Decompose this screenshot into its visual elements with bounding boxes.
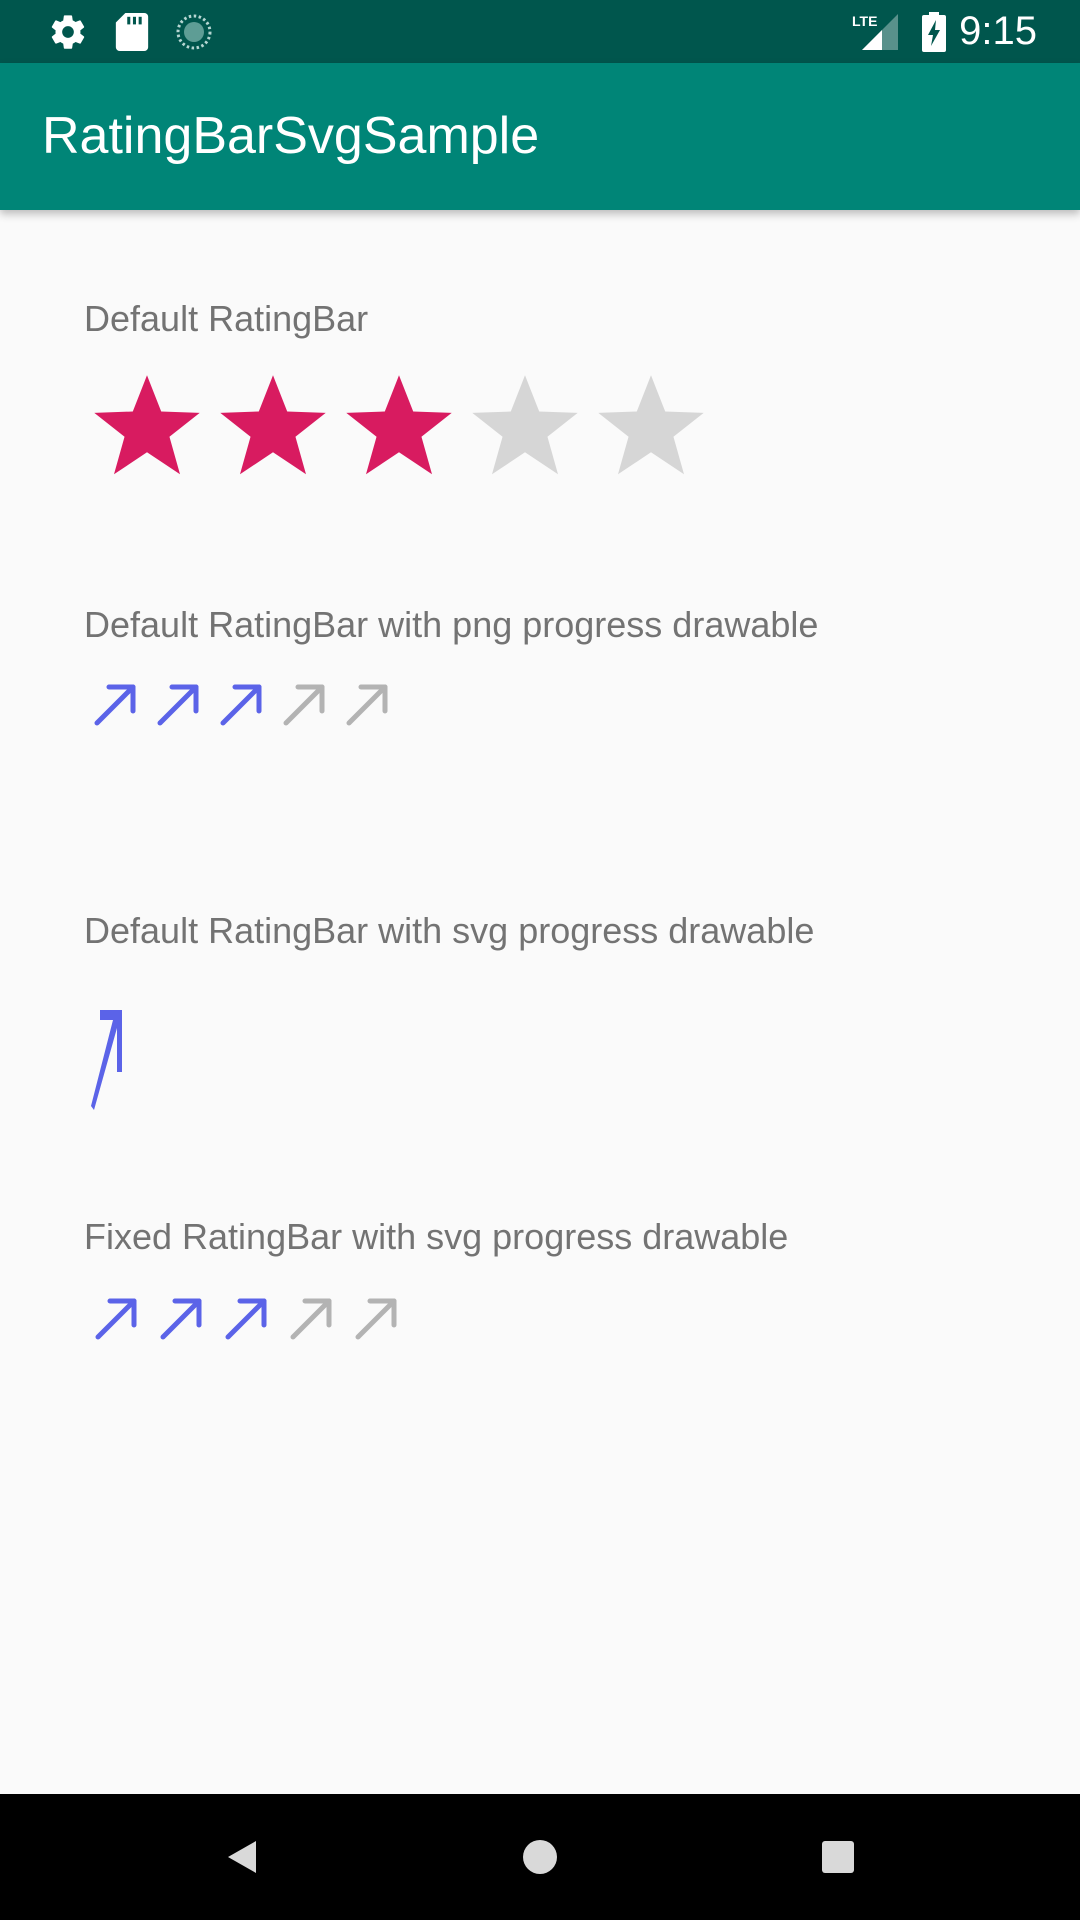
app-bar: RatingBarSvgSample: [0, 63, 1080, 210]
recents-icon[interactable]: [778, 1794, 898, 1920]
signal-icon: LTE: [852, 0, 900, 63]
star-icon[interactable]: [210, 372, 336, 484]
status-time: 9:15: [959, 9, 1037, 53]
rating-bar-png[interactable]: [84, 676, 399, 732]
section-label-default: Default RatingBar: [84, 298, 369, 339]
arrow-up-right-icon[interactable]: [84, 1290, 149, 1346]
arrow-up-right-icon[interactable]: [279, 1290, 344, 1346]
status-bar: LTE 9:15: [0, 0, 1080, 63]
rating-bar-svg[interactable]: [84, 1004, 130, 1116]
star-icon[interactable]: [336, 372, 462, 484]
rating-bar-fixed[interactable]: [84, 1290, 409, 1346]
rating-bar-default[interactable]: [84, 372, 714, 484]
page-title: RatingBarSvgSample: [42, 107, 540, 165]
star-icon[interactable]: [588, 372, 714, 484]
arrow-up-right-icon[interactable]: [214, 1290, 279, 1346]
settings-icon: [46, 0, 90, 63]
home-icon[interactable]: [480, 1794, 600, 1920]
section-label-svg: Default RatingBar with svg progress draw…: [84, 910, 815, 951]
arrow-up-right-icon[interactable]: [84, 676, 147, 732]
star-icon[interactable]: [84, 372, 210, 484]
svg-text:LTE: LTE: [852, 13, 877, 29]
arrow-up-right-icon[interactable]: [336, 676, 399, 732]
back-icon[interactable]: [182, 1794, 302, 1920]
arrow-up-right-icon[interactable]: [273, 676, 336, 732]
sd-card-icon: [114, 0, 150, 63]
sync-icon: [174, 0, 214, 63]
star-icon[interactable]: [462, 372, 588, 484]
navigation-bar: [0, 1794, 1080, 1920]
arrow-up-right-icon[interactable]: [147, 676, 210, 732]
section-label-png: Default RatingBar with png progress draw…: [84, 604, 819, 645]
arrow-up-right-icon[interactable]: [344, 1290, 409, 1346]
arrow-up-right-icon[interactable]: [149, 1290, 214, 1346]
battery-charging-icon: [920, 0, 948, 63]
arrow-up-right-icon[interactable]: [210, 676, 273, 732]
stretched-arrow-icon[interactable]: [84, 1004, 130, 1116]
section-label-fixed: Fixed RatingBar with svg progress drawab…: [84, 1216, 789, 1257]
